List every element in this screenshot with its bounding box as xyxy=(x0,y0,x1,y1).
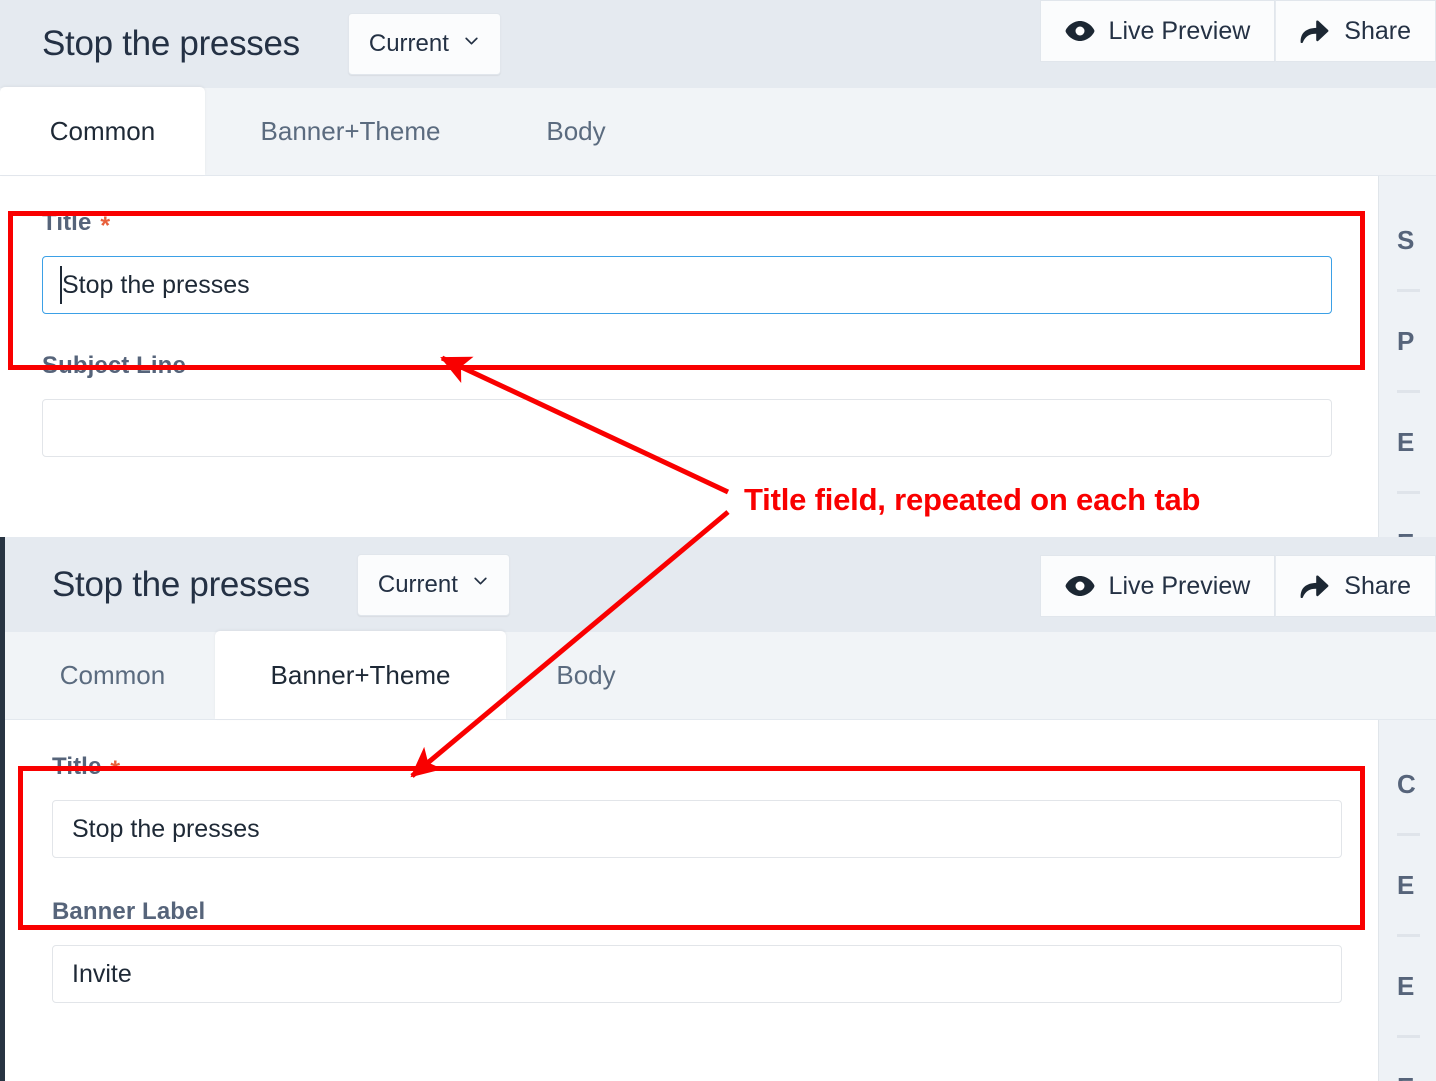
eye-icon xyxy=(1065,21,1095,41)
rail-item-0[interactable]: C xyxy=(1379,762,1436,806)
tab-banner-theme-label: Banner+Theme xyxy=(270,659,451,690)
live-preview-label: Live Preview xyxy=(1108,16,1251,45)
tab-common[interactable]: Common xyxy=(0,87,205,175)
version-selector-button[interactable]: Current xyxy=(356,553,510,616)
tab-bar: Common Banner+Theme Body xyxy=(0,631,1436,720)
tab-body[interactable]: Body xyxy=(506,631,666,719)
tab-common-label: Common xyxy=(49,115,156,146)
app-header: Stop the presses Current Live Preview Sh… xyxy=(0,0,1436,88)
banner-label-label: Banner Label xyxy=(52,898,1436,926)
title-input-wrap xyxy=(42,256,1332,314)
share-label: Share xyxy=(1344,571,1411,600)
form-banner-theme: Title * Banner Label xyxy=(0,720,1436,1081)
rail-divider xyxy=(1397,390,1420,393)
tab-body[interactable]: Body xyxy=(496,87,656,175)
version-selector-label: Current xyxy=(368,30,449,57)
chevron-down-icon xyxy=(463,32,480,49)
rail-item-1[interactable]: E xyxy=(1379,863,1436,907)
title-input[interactable] xyxy=(52,800,1342,858)
field-banner-label: Banner Label xyxy=(0,858,1436,1003)
title-label-text: Title xyxy=(42,209,92,236)
text-caret xyxy=(60,266,62,304)
title-label: Title * xyxy=(52,753,1436,784)
tab-common-label: Common xyxy=(59,659,166,690)
title-input[interactable] xyxy=(42,256,1332,314)
live-preview-button[interactable]: Live Preview xyxy=(1039,0,1276,62)
field-title: Title * xyxy=(0,176,1436,314)
subject-line-input[interactable] xyxy=(42,399,1332,457)
subject-line-label-text: Subject Line xyxy=(42,352,186,379)
rail-item-2[interactable]: E xyxy=(1379,420,1436,464)
banner-label-input-wrap xyxy=(52,945,1342,1003)
required-asterisk: * xyxy=(100,211,111,240)
rail-item-3[interactable]: E xyxy=(1379,1065,1436,1081)
title-label-text: Title xyxy=(52,753,102,780)
field-title: Title * xyxy=(0,720,1436,858)
screenshot-panel-common: Stop the presses Current Live Preview Sh… xyxy=(0,0,1436,537)
form-common: Title * Subject Line xyxy=(0,176,1436,537)
page-title: Stop the presses xyxy=(52,564,310,604)
title-label: Title * xyxy=(42,209,1436,240)
rail-item-0[interactable]: S xyxy=(1379,218,1436,262)
tab-body-label: Body xyxy=(556,659,616,690)
rail-item-3[interactable]: E xyxy=(1379,521,1436,537)
required-asterisk: * xyxy=(110,755,121,784)
tab-banner-theme[interactable]: Banner+Theme xyxy=(215,631,506,719)
tab-banner-theme[interactable]: Banner+Theme xyxy=(205,87,496,175)
page-title: Stop the presses xyxy=(42,24,300,63)
rail-divider xyxy=(1397,1035,1420,1038)
tab-bar: Common Banner+Theme Body xyxy=(0,87,1436,176)
subject-line-label: Subject Line xyxy=(42,352,1436,380)
rail-divider xyxy=(1397,289,1420,292)
share-label: Share xyxy=(1344,16,1411,45)
banner-label-input[interactable] xyxy=(52,945,1342,1003)
title-input-wrap xyxy=(52,800,1342,858)
version-selector-button[interactable]: Current xyxy=(347,13,501,75)
rail-item-1[interactable]: P xyxy=(1379,319,1436,363)
app-header: Stop the presses Current Live Preview Sh… xyxy=(0,537,1436,632)
share-button[interactable]: Share xyxy=(1275,555,1436,617)
share-arrow-icon xyxy=(1300,574,1330,598)
tab-banner-theme-label: Banner+Theme xyxy=(260,115,441,146)
tab-body-label: Body xyxy=(546,115,606,146)
live-preview-label: Live Preview xyxy=(1108,571,1251,600)
rail-item-2[interactable]: E xyxy=(1379,964,1436,1008)
field-subject-line: Subject Line xyxy=(0,314,1436,457)
header-actions: Live Preview Share xyxy=(1039,555,1436,617)
rail-divider xyxy=(1397,833,1420,836)
eye-icon xyxy=(1065,576,1095,596)
tab-common[interactable]: Common xyxy=(10,631,215,719)
live-preview-button[interactable]: Live Preview xyxy=(1039,555,1276,617)
right-rail-common: S P E E xyxy=(1378,176,1436,537)
annotation-callout-text: Title field, repeated on each tab xyxy=(744,482,1201,517)
screenshot-panel-banner-theme: Stop the presses Current Live Preview Sh… xyxy=(0,537,1436,1081)
banner-label-label-text: Banner Label xyxy=(52,898,206,925)
rail-divider xyxy=(1397,491,1420,494)
rail-divider xyxy=(1397,934,1420,937)
version-selector-label: Current xyxy=(377,570,458,598)
chevron-down-icon xyxy=(472,572,489,589)
subject-line-input-wrap xyxy=(42,399,1332,457)
share-button[interactable]: Share xyxy=(1275,0,1436,62)
header-actions: Live Preview Share xyxy=(1039,0,1436,62)
right-rail-banner-theme: C E E E xyxy=(1378,720,1436,1081)
share-arrow-icon xyxy=(1300,19,1330,43)
panel-left-edge xyxy=(0,537,5,1081)
